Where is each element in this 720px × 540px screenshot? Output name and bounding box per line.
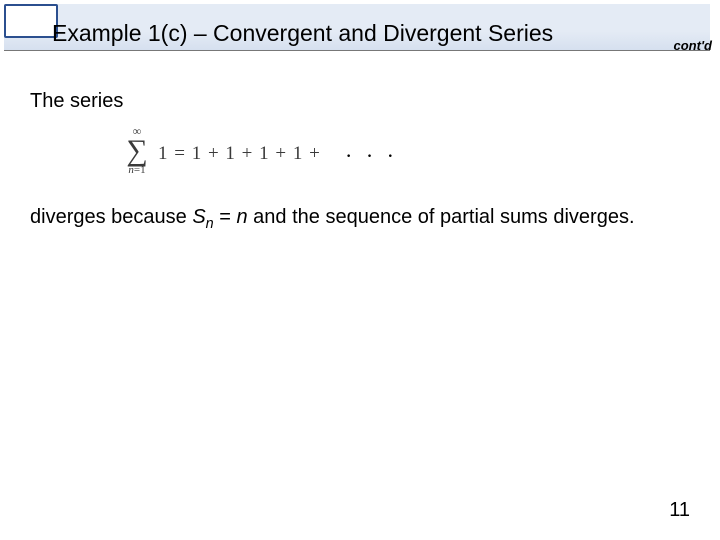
para-mid2: and the sequence of partial sums diverge… [248,206,635,228]
para-mid1: = [214,206,237,228]
series-formula: ∞ ∑ n=1 1 = 1 + 1 + 1 + 1 + · · · [120,125,420,185]
symbol-S: S [192,206,205,228]
series-expansion: 1 = 1 + 1 + 1 + 1 + [158,143,321,165]
symbol-n: n [236,206,247,228]
header-rule [4,50,710,51]
sigma-block: ∞ ∑ n=1 [120,125,154,179]
ellipsis: · · · [345,143,398,169]
sigma-lower-limit: n=1 [120,165,154,176]
logo-block [4,4,58,38]
para-pre: diverges because [30,206,192,228]
sigma-symbol: ∑ [120,137,154,165]
continued-label: cont'd [674,38,712,53]
page-number: 11 [669,499,690,522]
subscript-n: n [206,216,214,232]
intro-text: The series [30,90,123,113]
slide-title: Example 1(c) – Convergent and Divergent … [52,20,553,47]
explanation-text: diverges because Sn = n and the sequence… [30,205,670,233]
